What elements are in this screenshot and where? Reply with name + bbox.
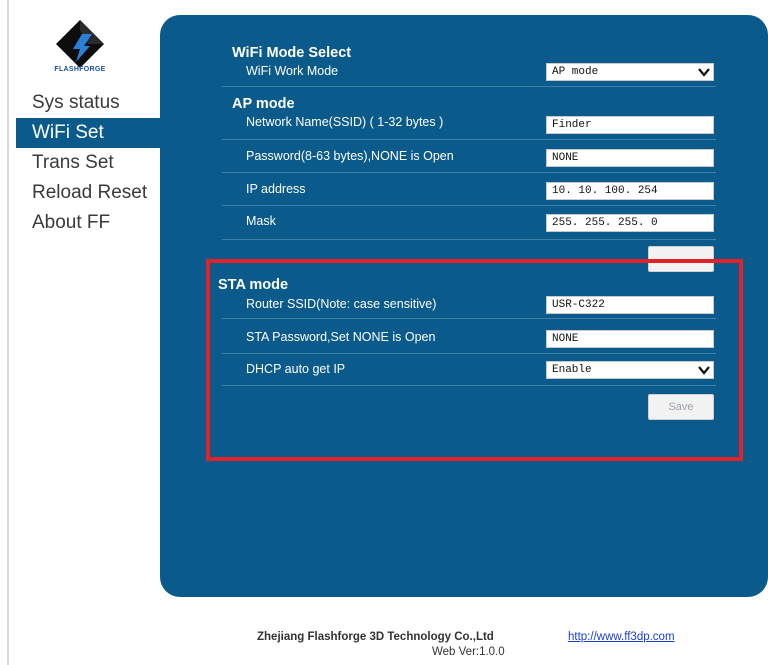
divider — [222, 86, 716, 87]
sidebar-item-reload-reset[interactable]: Reload Reset — [16, 178, 160, 208]
wifi-work-mode-select[interactable]: AP mode — [546, 63, 714, 81]
ap-ssid-label: Network Name(SSID) ( 1-32 bytes ) — [246, 115, 444, 129]
divider — [222, 239, 716, 240]
router-ssid-input[interactable] — [546, 296, 714, 314]
divider — [222, 353, 716, 354]
divider — [222, 205, 716, 206]
divider — [222, 385, 716, 386]
dhcp-label: DHCP auto get IP — [246, 362, 346, 376]
dhcp-select[interactable]: Enable — [546, 361, 714, 379]
ap-ip-label: IP address — [246, 182, 306, 196]
divider — [222, 318, 716, 319]
footer-company: Zhejiang Flashforge 3D Technology Co.,Lt… — [257, 631, 494, 643]
ap-ip-input[interactable] — [546, 182, 714, 200]
router-ssid-label: Router SSID(Note: case sensitive) — [246, 297, 437, 311]
chevron-down-icon — [698, 68, 710, 77]
sidebar-item-trans-set[interactable]: Trans Set — [16, 148, 160, 178]
sidebar-item-wifi-set[interactable]: WiFi Set — [16, 118, 160, 148]
wifi-work-mode-label: WiFi Work Mode — [246, 64, 339, 78]
ap-mask-input[interactable] — [546, 214, 714, 232]
sta-mode-title: STA mode — [218, 277, 289, 293]
sidebar-nav: Sys status WiFi Set Trans Set Reload Res… — [16, 88, 160, 238]
logo-text: FLASHFORGE — [54, 66, 106, 73]
ap-ssid-input[interactable] — [546, 116, 714, 134]
sta-save-button[interactable]: Save — [648, 394, 714, 420]
sidebar-item-sys-status[interactable]: Sys status — [16, 88, 160, 118]
wifi-work-mode-value: AP mode — [552, 66, 599, 78]
left-border-line — [7, 0, 9, 665]
ap-mask-label: Mask — [246, 214, 276, 228]
ap-save-button[interactable] — [648, 246, 714, 272]
dhcp-value: Enable — [552, 364, 592, 376]
sta-password-label: STA Password,Set NONE is Open — [246, 330, 436, 344]
sta-password-input[interactable] — [546, 330, 714, 348]
ap-password-label: Password(8-63 bytes),NONE is Open — [246, 149, 454, 163]
sidebar-item-about-ff[interactable]: About FF — [16, 208, 160, 238]
divider — [222, 172, 716, 173]
wifi-mode-title: WiFi Mode Select — [232, 45, 352, 61]
footer-link[interactable]: http://www.ff3dp.com — [568, 631, 675, 643]
footer-version: Web Ver:1.0.0 — [432, 646, 505, 658]
divider — [222, 139, 716, 140]
chevron-down-icon — [698, 366, 710, 375]
ap-mode-title: AP mode — [232, 96, 295, 112]
ap-password-input[interactable] — [546, 149, 714, 167]
